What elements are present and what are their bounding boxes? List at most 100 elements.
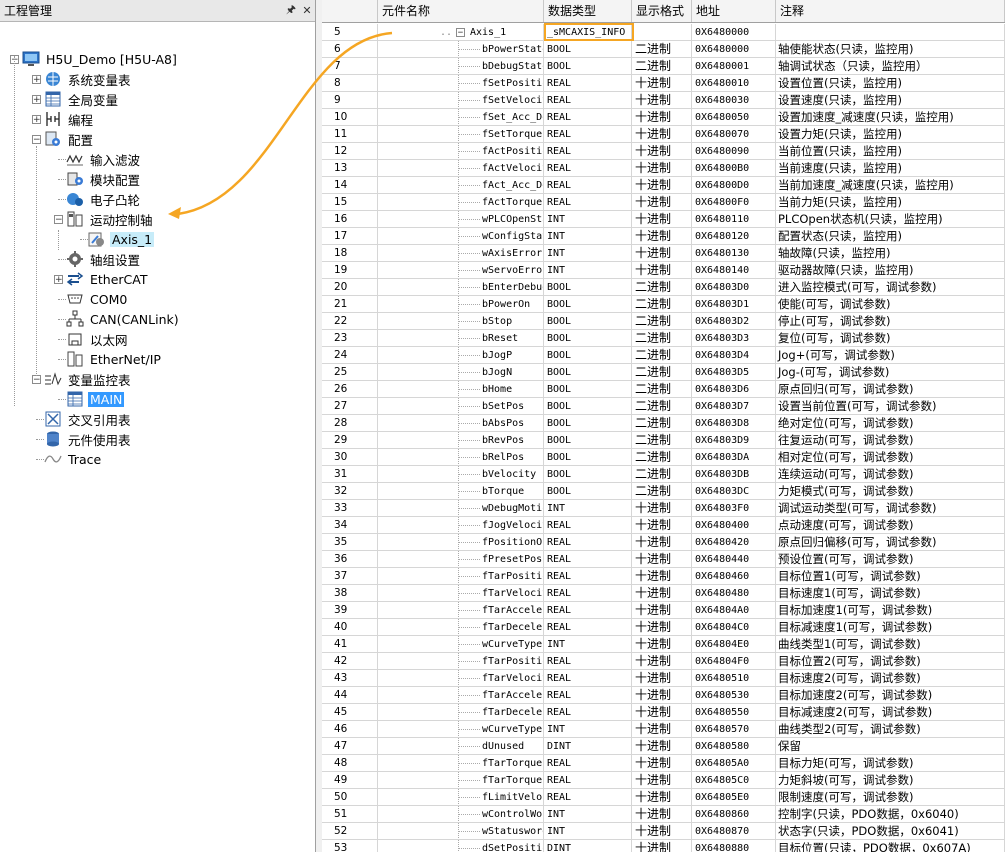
comment-cell[interactable]: 设置加速度_减速度(只读，监控用): [776, 109, 1005, 126]
element-name-cell[interactable]: fTarVelocity1: [378, 585, 544, 602]
element-name-cell[interactable]: fPositionOffset: [378, 534, 544, 551]
display-format-cell[interactable]: 十进制: [632, 806, 692, 823]
display-format-cell[interactable]: 十进制: [632, 177, 692, 194]
display-format-cell[interactable]: 十进制: [632, 534, 692, 551]
comment-cell[interactable]: 目标加速度2(可写，调试参数): [776, 687, 1005, 704]
address-cell[interactable]: 0X64800F0: [692, 194, 776, 211]
data-type-cell[interactable]: REAL: [544, 568, 632, 585]
address-cell[interactable]: 0X64804A0: [692, 602, 776, 619]
address-cell[interactable]: 0X64803D5: [692, 364, 776, 381]
display-format-cell[interactable]: 十进制: [632, 687, 692, 704]
comment-cell[interactable]: 点动速度(可写，调试参数): [776, 517, 1005, 534]
element-name-cell[interactable]: fTarAcceleration2: [378, 687, 544, 704]
table-row[interactable]: 12 fActPositionREAL十进制0X6480090当前位置(只读，监控…: [322, 143, 1005, 160]
table-row[interactable]: 40 fTarDeceleration1REAL十进制0X64804C0目标减速度…: [322, 619, 1005, 636]
address-cell[interactable]: 0X6480550: [692, 704, 776, 721]
comment-cell[interactable]: 曲线类型2(可写，调试参数): [776, 721, 1005, 738]
column-header[interactable]: 显示格式: [632, 0, 692, 22]
comment-cell[interactable]: 目标速度1(可写，调试参数): [776, 585, 1005, 602]
element-name-cell[interactable]: wControlWord: [378, 806, 544, 823]
data-type-cell[interactable]: REAL: [544, 534, 632, 551]
data-type-cell[interactable]: REAL: [544, 143, 632, 160]
address-cell[interactable]: 0X64803DB: [692, 466, 776, 483]
table-row[interactable]: 17 wConfigStateINT十进制0X6480120配置状态(只读，监控用…: [322, 228, 1005, 245]
column-header[interactable]: 地址: [692, 0, 776, 22]
address-cell[interactable]: 0X64805A0: [692, 755, 776, 772]
element-name-cell[interactable]: bHome: [378, 381, 544, 398]
element-name-cell[interactable]: bSetPos: [378, 398, 544, 415]
data-type-cell[interactable]: REAL: [544, 653, 632, 670]
table-row[interactable]: 33 wDebugMotionTypeINT十进制0X64803F0调试运动类型(…: [322, 500, 1005, 517]
data-type-cell[interactable]: REAL: [544, 687, 632, 704]
element-name-cell[interactable]: fTarTorque: [378, 755, 544, 772]
data-type-cell[interactable]: DINT: [544, 840, 632, 852]
data-type-cell[interactable]: BOOL: [544, 449, 632, 466]
table-row[interactable]: 46 wCurveType2 INT 十进制 0X6480570 曲线类型2(可写，调试参…: [322, 721, 1005, 738]
address-cell[interactable]: 0X6480580: [692, 738, 776, 755]
display-format-cell[interactable]: 二进制: [632, 483, 692, 500]
data-type-cell[interactable]: INT: [544, 636, 632, 653]
address-cell[interactable]: 0X64803D6: [692, 381, 776, 398]
data-type-cell[interactable]: REAL: [544, 755, 632, 772]
display-format-cell[interactable]: 十进制: [632, 755, 692, 772]
data-type-cell[interactable]: BOOL: [544, 347, 632, 364]
tree-node[interactable]: 输入滤波: [66, 149, 142, 169]
data-type-cell[interactable]: BOOL: [544, 432, 632, 449]
address-cell[interactable]: 0X6480001: [692, 58, 776, 75]
address-cell[interactable]: 0X64803DA: [692, 449, 776, 466]
table-row[interactable]: 13 fActVelocityREAL十进制0X64800B0当前速度(只读，监控…: [322, 160, 1005, 177]
address-cell[interactable]: 0X6480070: [692, 126, 776, 143]
table-row[interactable]: 38 fTarVelocity1REAL十进制0X6480480目标速度1(可写，…: [322, 585, 1005, 602]
table-row[interactable]: 16 wPLCOpenStateINT十进制0X6480110PLCOpen状态机…: [322, 211, 1005, 228]
address-cell[interactable]: 0X64805C0: [692, 772, 776, 789]
address-cell[interactable]: 0X6480860: [692, 806, 776, 823]
address-cell[interactable]: 0X64804C0: [692, 619, 776, 636]
display-format-cell[interactable]: 二进制: [632, 415, 692, 432]
table-row[interactable]: 30 bRelPos BOOL 二进制 0X64803DA 相对定位(可写，调试参数): [322, 449, 1005, 466]
table-row[interactable]: 23 bReset BOOL 二进制 0X64803D3 复位(可写，调试参数): [322, 330, 1005, 347]
comment-cell[interactable]: 目标速度2(可写，调试参数): [776, 670, 1005, 687]
address-cell[interactable]: 0X64805E0: [692, 789, 776, 806]
table-row[interactable]: 32 bTorque BOOL 二进制 0X64803DC 力矩模式(可写，调试参数): [322, 483, 1005, 500]
table-row[interactable]: 9 fSetVelocityREAL十进制0X6480030设置速度(只读，监控用…: [322, 92, 1005, 109]
element-name-cell[interactable]: fSet_Acc_Dec: [378, 109, 544, 126]
comment-cell[interactable]: 当前力矩(只读，监控用): [776, 194, 1005, 211]
table-row[interactable]: 34 fJogVelocityREAL十进制0X6480400点动速度(可写，调试…: [322, 517, 1005, 534]
table-row[interactable]: 6 bPowerState BOOL 二进制 0X6480000 轴使能状态(只读，监控用…: [322, 41, 1005, 58]
address-cell[interactable]: 0X64803D9: [692, 432, 776, 449]
table-row[interactable]: 20 bEnterDebug BOOL 二进制 0X64803D0 进入监控模式(可写，调…: [322, 279, 1005, 296]
display-format-cell[interactable]: 二进制: [632, 330, 692, 347]
element-name-cell[interactable]: fActVelocity: [378, 160, 544, 177]
address-cell[interactable]: 0X6480510: [692, 670, 776, 687]
table-row[interactable]: 14 fAct_Acc_DecREAL十进制0X64800D0当前加速度_减速度(…: [322, 177, 1005, 194]
data-type-cell[interactable]: _sMCAXIS_INFO: [544, 24, 632, 41]
comment-cell[interactable]: 驱动器故障(只读，监控用): [776, 262, 1005, 279]
element-name-cell[interactable]: bVelocity: [378, 466, 544, 483]
comment-cell[interactable]: 轴故障(只读，监控用): [776, 245, 1005, 262]
element-name-cell[interactable]: fActPosition: [378, 143, 544, 160]
comment-cell[interactable]: 配置状态(只读，监控用): [776, 228, 1005, 245]
data-type-cell[interactable]: REAL: [544, 75, 632, 92]
column-header[interactable]: 元件名称: [378, 0, 544, 22]
comment-cell[interactable]: 目标位置(只读，PDO数据，0x607A): [776, 840, 1005, 852]
address-cell[interactable]: 0X64803D7: [692, 398, 776, 415]
comment-cell[interactable]: 设置速度(只读，监控用): [776, 92, 1005, 109]
data-type-cell[interactable]: INT: [544, 262, 632, 279]
display-format-cell[interactable]: 十进制: [632, 211, 692, 228]
comment-cell[interactable]: 轴使能状态(只读，监控用): [776, 41, 1005, 58]
address-cell[interactable]: 0X6480140: [692, 262, 776, 279]
table-row[interactable]: 5 −.. Axis_1 _sMCAXIS_INFO 0X6480000: [322, 24, 1005, 41]
display-format-cell[interactable]: 十进制: [632, 823, 692, 840]
comment-cell[interactable]: 设置位置(只读，监控用): [776, 75, 1005, 92]
display-format-cell[interactable]: 十进制: [632, 126, 692, 143]
display-format-cell[interactable]: [632, 24, 692, 41]
display-format-cell[interactable]: 二进制: [632, 466, 692, 483]
address-cell[interactable]: 0X6480880: [692, 840, 776, 852]
display-format-cell[interactable]: 十进制: [632, 228, 692, 245]
comment-cell[interactable]: PLCOpen状态机(只读，监控用): [776, 211, 1005, 228]
tree-node[interactable]: EtherCAT: [66, 269, 150, 289]
table-row[interactable]: 25 bJogN BOOL 二进制 0X64803D5 Jog-(可写，调试参数): [322, 364, 1005, 381]
data-type-cell[interactable]: INT: [544, 245, 632, 262]
element-name-cell[interactable]: wCurveType1: [378, 636, 544, 653]
address-cell[interactable]: 0X6480400: [692, 517, 776, 534]
